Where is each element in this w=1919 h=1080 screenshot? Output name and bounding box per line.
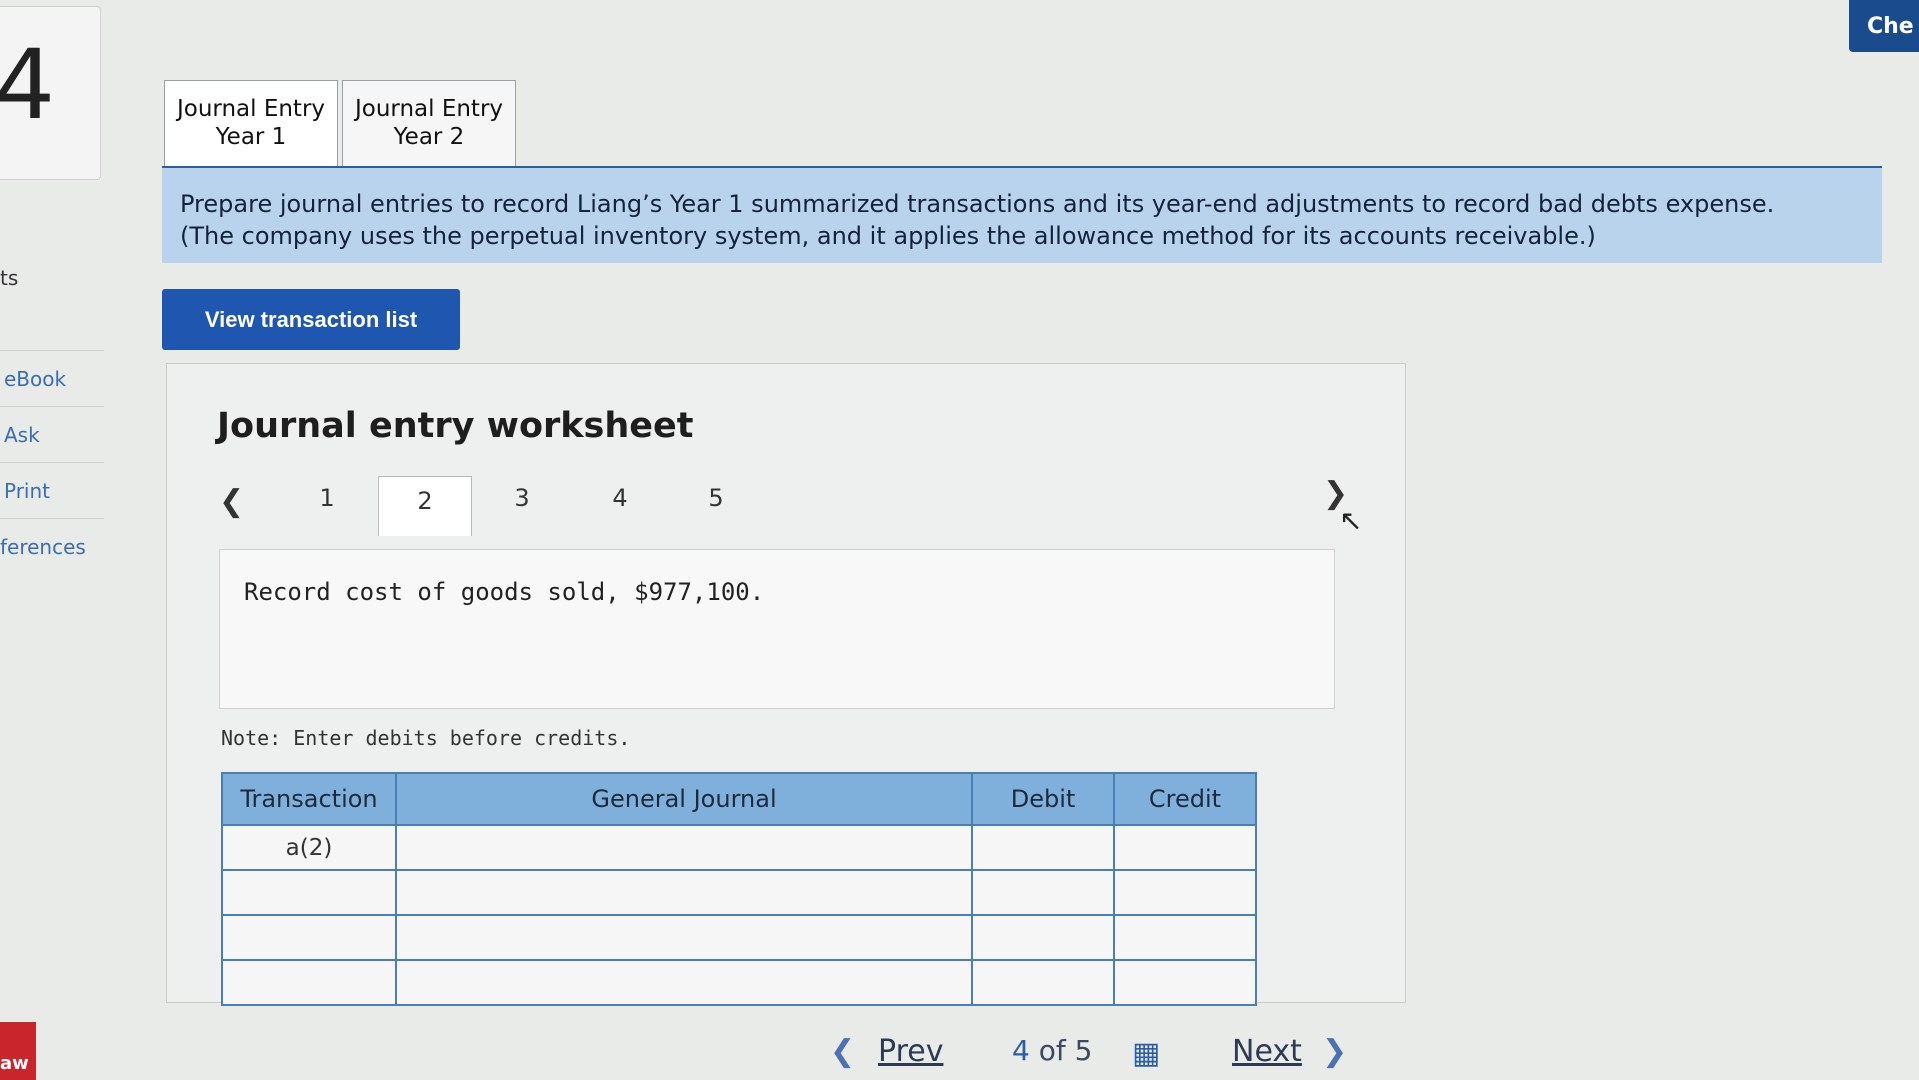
step-5[interactable]: 5 <box>686 484 746 512</box>
credit-input[interactable] <box>1113 824 1257 871</box>
tab-journal-entry-year-1[interactable]: Journal Entry Year 1 <box>164 80 338 168</box>
entry-note: Note: Enter debits before credits. <box>221 726 631 750</box>
of-label: of <box>1038 1034 1066 1067</box>
worksheet-title: Journal entry worksheet <box>217 406 694 446</box>
grid-icon[interactable]: ▦ <box>1132 1036 1160 1071</box>
current-page: 4 <box>1012 1034 1030 1067</box>
ask-link[interactable]: Ask <box>0 406 104 462</box>
total-pages: 5 <box>1074 1034 1093 1067</box>
chevron-left-icon[interactable]: ❮ <box>830 1034 855 1069</box>
header-debit: Debit <box>971 772 1115 826</box>
account-select[interactable] <box>395 824 973 871</box>
table-row <box>221 959 1257 1006</box>
tab-line1: Journal Entry <box>176 96 326 122</box>
transaction-cell: a(2) <box>221 824 397 871</box>
tab-line2: Year 1 <box>215 124 287 150</box>
credit-input[interactable] <box>1113 869 1257 916</box>
references-link[interactable]: ferences <box>0 518 104 574</box>
view-transaction-list-button[interactable]: View transaction list <box>162 289 460 350</box>
step-1[interactable]: 1 <box>297 484 357 512</box>
tab-line2: Year 2 <box>393 124 465 150</box>
account-select[interactable] <box>395 869 973 916</box>
debit-input[interactable] <box>971 914 1115 961</box>
journal-entry-worksheet: Journal entry worksheet ❮ 1 2 3 4 5 ❯ ↖ … <box>166 363 1406 1006</box>
prev-button[interactable]: Prev <box>878 1034 943 1069</box>
header-general-journal: General Journal <box>395 772 973 826</box>
step-3[interactable]: 3 <box>492 484 552 512</box>
check-my-work-button[interactable]: Che <box>1849 0 1919 52</box>
page-counter: 4 of 5 <box>1012 1034 1092 1067</box>
question-pagination: ❮ Prev 4 of 5 ▦ Next ❯ <box>830 1030 1370 1074</box>
table-row: a(2) <box>221 824 1257 871</box>
credit-input[interactable] <box>1113 914 1257 961</box>
instructions-banner: Prepare journal entries to record Liang’… <box>162 166 1882 263</box>
transaction-description-box: Record cost of goods sold, $977,100. <box>219 549 1335 709</box>
ebook-link[interactable]: eBook <box>0 350 104 406</box>
instructions-line1: Prepare journal entries to record Liang’… <box>180 190 1775 218</box>
table-row <box>221 869 1257 916</box>
transaction-description: Record cost of goods sold, $977,100. <box>244 578 765 606</box>
account-select[interactable] <box>395 914 973 961</box>
general-journal-table: Transaction General Journal Debit Credit… <box>221 772 1257 1006</box>
transaction-cell <box>221 869 397 916</box>
print-link[interactable]: Print <box>0 462 104 518</box>
question-number-box: 4 <box>0 6 101 180</box>
account-select[interactable] <box>395 959 973 1006</box>
chevron-right-icon[interactable]: ❯ <box>1322 1034 1347 1069</box>
mouse-cursor-icon: ↖ <box>1339 504 1363 537</box>
instructions-line2: (The company uses the perpetual inventor… <box>180 222 1596 250</box>
tab-line1: Journal Entry <box>354 96 504 122</box>
publisher-badge: aw <box>0 1022 36 1080</box>
header-transaction: Transaction <box>221 772 397 826</box>
debit-input[interactable] <box>971 869 1115 916</box>
question-number: 4 <box>0 29 56 141</box>
left-links: eBook Ask Print ferences <box>0 350 104 574</box>
next-button[interactable]: Next <box>1232 1034 1302 1069</box>
chevron-left-icon[interactable]: ❮ <box>219 484 244 519</box>
debit-input[interactable] <box>971 824 1115 871</box>
step-4[interactable]: 4 <box>590 484 650 512</box>
table-row <box>221 914 1257 961</box>
transaction-cell <box>221 914 397 961</box>
transaction-cell <box>221 959 397 1006</box>
header-credit: Credit <box>1113 772 1257 826</box>
debit-input[interactable] <box>971 959 1115 1006</box>
credit-input[interactable] <box>1113 959 1257 1006</box>
step-2[interactable]: 2 <box>378 476 472 536</box>
left-partial-label: ts <box>0 266 19 290</box>
tab-journal-entry-year-2[interactable]: Journal Entry Year 2 <box>342 80 516 168</box>
